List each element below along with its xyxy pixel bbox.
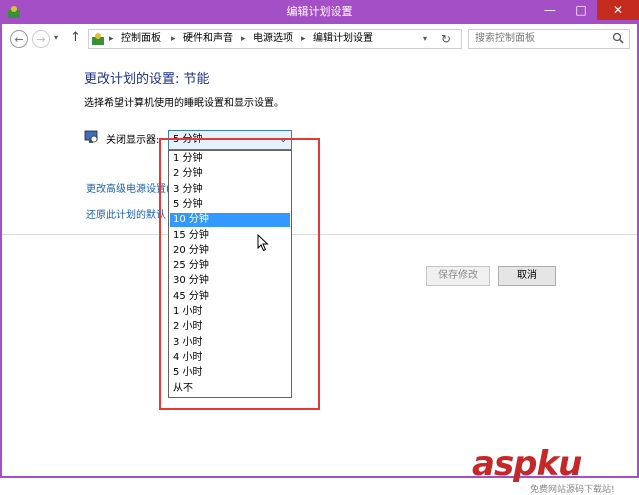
window-client-area: ← → ▾ ↑ ▸ 控制面板 ▸ 硬件和声音 ▸ 电源选项 ▸ 编辑计划设置 ▾… [2,24,637,495]
advanced-power-settings-link[interactable]: 更改高级电源设置( [86,180,170,195]
breadcrumb-hardware-sound[interactable]: 硬件和声音 [183,30,233,48]
breadcrumb-separator[interactable]: ▸ [171,30,176,48]
title-bar[interactable]: 编辑计划设置 — □ ✕ [0,0,639,24]
maximize-button[interactable]: □ [566,0,596,20]
save-changes-button[interactable]: 保存修改 [426,266,490,286]
red-highlight-box [159,138,320,410]
mouse-cursor-icon [257,234,269,252]
watermark-caption: 免费网站源码下载站! [530,485,615,495]
display-off-label: 关闭显示器: [106,135,160,146]
back-button[interactable]: ← [10,30,28,48]
search-icon[interactable] [612,32,624,44]
close-button[interactable]: ✕ [597,0,639,20]
restore-defaults-link[interactable]: 还原此计划的默认 [86,206,166,221]
cancel-button[interactable]: 取消 [498,266,556,286]
minimize-button[interactable]: — [535,0,565,20]
forward-button[interactable]: → [32,30,50,48]
breadcrumb-separator[interactable]: ▸ [109,30,114,48]
page-subtitle: 选择希望计算机使用的睡眠设置和显示设置。 [84,98,284,109]
page-title: 更改计划的设置: 节能 [84,72,210,87]
breadcrumb-control-panel[interactable]: 控制面板 [121,30,161,48]
up-level-button[interactable]: ↑ [70,30,81,45]
search-input[interactable]: 搜索控制面板 [475,30,535,48]
recent-locations-button[interactable]: ▾ [54,33,58,42]
refresh-icon[interactable]: ↻ [441,30,451,48]
breadcrumb-separator[interactable]: ▸ [241,30,246,48]
breadcrumb-edit-plan[interactable]: 编辑计划设置 [313,30,373,48]
watermark-logo: aspku [472,444,582,484]
breadcrumb-separator[interactable]: ▸ [301,30,306,48]
monitor-icon [84,130,98,143]
address-bar[interactable]: ▸ 控制面板 ▸ 硬件和声音 ▸ 电源选项 ▸ 编辑计划设置 ▾ ↻ [88,29,462,49]
control-panel-icon [92,33,104,45]
address-dropdown-button[interactable]: ▾ [423,30,427,48]
search-box[interactable]: 搜索控制面板 [468,29,630,49]
breadcrumb-power-options[interactable]: 电源选项 [253,30,293,48]
